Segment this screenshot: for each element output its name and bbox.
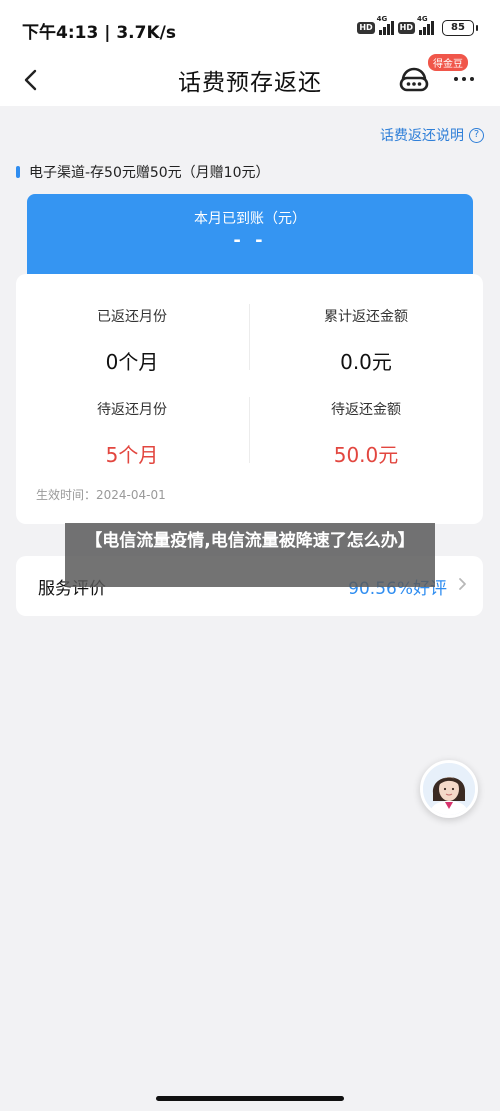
effective-date: 生效时间：2024-04-01 <box>36 488 166 502</box>
network-type: 4G <box>376 15 388 23</box>
network-type: 4G <box>417 15 428 23</box>
channel-label: 电子渠道-存50元赠50元（月赠10元） <box>29 165 270 181</box>
channel-info: 电子渠道-存50元赠50元（月赠10元） <box>16 162 270 182</box>
signal-icon: 4G <box>417 15 434 35</box>
returned-months-stat: 已返还月份 0个月 <box>16 306 248 375</box>
monthly-received-value: - - <box>233 230 267 251</box>
chevron-right-icon <box>459 578 466 590</box>
pending-months-value: 5个月 <box>105 443 159 467</box>
hd-badge: HD <box>397 22 415 34</box>
headset-icon <box>399 67 429 92</box>
signal-icon: 4G <box>377 15 394 35</box>
returned-total-value: 0.0元 <box>340 350 392 374</box>
refund-explanation-label: 话费返还说明 <box>380 128 464 144</box>
more-dot-icon <box>454 77 458 81</box>
returned-months-label: 已返还月份 <box>97 309 167 325</box>
pending-months-label: 待返还月份 <box>97 402 167 418</box>
screen: 下午4:13 | 3.7K/s HD 4G HD 4G 85 话费预存返还 得金… <box>0 0 500 1111</box>
refund-stats-card: 已返还月份 0个月 累计返还金额 0.0元 待返还月份 5个月 待返还金额 50… <box>16 274 483 524</box>
customer-service-button[interactable] <box>398 62 430 94</box>
returned-total-label: 累计返还金额 <box>324 309 408 325</box>
more-dot-icon <box>470 77 474 81</box>
section-marker <box>16 166 20 178</box>
more-dot-icon <box>462 77 466 81</box>
status-bar: 下午4:13 | 3.7K/s HD 4G HD 4G 85 <box>0 0 500 58</box>
monthly-received-label: 本月已到账（元） <box>194 211 306 227</box>
question-icon: ? <box>469 127 484 143</box>
assistant-avatar-button[interactable] <box>420 760 478 818</box>
overlay-caption: 【电信流量疫情,电信流量被降速了怎么办】 <box>65 523 435 587</box>
hd-badge: HD <box>357 22 375 34</box>
assistant-avatar-icon <box>423 763 475 815</box>
status-indicators: HD 4G HD 4G 85 <box>357 15 478 37</box>
pending-amount-value: 50.0元 <box>333 443 399 467</box>
returned-months-value: 0个月 <box>105 350 159 374</box>
battery-icon: 85 <box>442 20 478 36</box>
status-time: 下午4:13 | 3.7K/s <box>22 23 176 43</box>
returned-total-stat: 累计返还金额 0.0元 <box>250 306 482 375</box>
pending-amount-label: 待返还金额 <box>331 402 401 418</box>
refund-explanation-link[interactable]: 话费返还说明 ? <box>380 125 484 145</box>
pending-amount-stat: 待返还金额 50.0元 <box>250 399 482 468</box>
gold-bean-badge: 得金豆 <box>428 54 468 71</box>
home-indicator[interactable] <box>156 1096 344 1101</box>
pending-months-stat: 待返还月份 5个月 <box>16 399 248 468</box>
more-menu-button[interactable]: 得金豆 <box>428 54 480 94</box>
nav-bar: 话费预存返还 得金豆 <box>0 54 500 106</box>
